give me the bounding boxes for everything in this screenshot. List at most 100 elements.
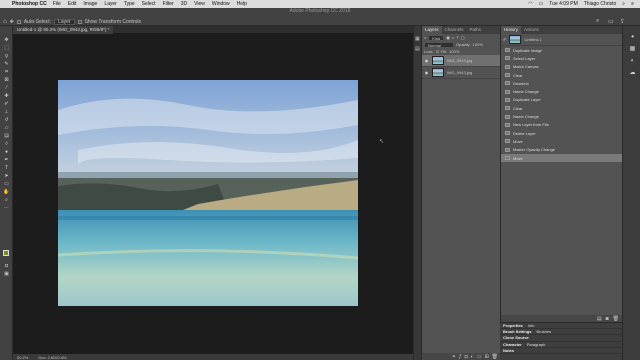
- search-icon[interactable]: ⌕: [596, 18, 599, 25]
- history-item[interactable]: Clear: [501, 104, 622, 112]
- history-item[interactable]: Duplicate Layer: [501, 96, 622, 104]
- menu-list-icon[interactable]: ≡: [631, 1, 634, 7]
- menu-help[interactable]: Help: [237, 1, 247, 7]
- tab-channels[interactable]: Channels: [442, 26, 467, 34]
- home-icon[interactable]: ⌂: [3, 19, 7, 25]
- quick-mask-icon[interactable]: ◘: [3, 264, 10, 269]
- eraser-tool-icon[interactable]: ▱: [3, 126, 10, 131]
- crop-tool-icon[interactable]: ⌗: [3, 70, 10, 75]
- screen-mode-icon[interactable]: ▣: [3, 272, 10, 277]
- collapsed-panel-notes[interactable]: Notes: [500, 348, 622, 354]
- history-item[interactable]: Name Change: [501, 87, 622, 95]
- trash-icon[interactable]: 🗑: [492, 354, 498, 360]
- menu-type[interactable]: Type: [124, 1, 135, 7]
- workspace-icon[interactable]: ▭: [608, 18, 614, 25]
- share-icon[interactable]: ⇪: [620, 18, 625, 25]
- pen-tool-icon[interactable]: ✒: [3, 158, 10, 163]
- transform-controls-checkbox[interactable]: [77, 19, 82, 24]
- menu-select[interactable]: Select: [142, 1, 156, 7]
- menu-view[interactable]: View: [194, 1, 205, 7]
- menu-filter[interactable]: Filter: [163, 1, 174, 7]
- menu-image[interactable]: Image: [83, 1, 97, 7]
- menu-edit[interactable]: Edit: [68, 1, 77, 7]
- frame-tool-icon[interactable]: ⊠: [3, 78, 10, 83]
- fx-icon[interactable]: ƒ: [459, 354, 462, 360]
- adjustments-panel-icon[interactable]: ◐: [629, 58, 636, 64]
- mask-icon[interactable]: ◘: [465, 354, 468, 360]
- auto-select-checkbox[interactable]: [16, 19, 21, 24]
- panel-title[interactable]: Notes: [503, 348, 514, 353]
- filter-type-icon[interactable]: T: [456, 35, 458, 40]
- marquee-tool-icon[interactable]: ⬚: [3, 46, 10, 51]
- tab-history[interactable]: History: [501, 26, 522, 34]
- tab-paths[interactable]: Paths: [467, 26, 485, 34]
- canvas-area[interactable]: ↖: [13, 34, 413, 354]
- menubar-clock[interactable]: Tue 4:09 PM: [549, 1, 577, 7]
- panel-subtab[interactable]: Paragraph: [527, 342, 546, 347]
- dodge-tool-icon[interactable]: ●: [3, 150, 10, 155]
- auto-select-dropdown[interactable]: Layer: [54, 18, 75, 25]
- history-brush-tool-icon[interactable]: ↺: [3, 118, 10, 123]
- layer-name[interactable]: IMG_0943.jpg: [447, 58, 472, 63]
- brush-tool-icon[interactable]: ✐: [3, 102, 10, 107]
- swatches-panel-icon[interactable]: ▦: [629, 46, 636, 52]
- libraries-panel-icon[interactable]: ☁: [629, 70, 636, 76]
- layer-name[interactable]: IMG_0943.jpg: [447, 70, 472, 75]
- history-item[interactable]: Master Opacity Change: [501, 146, 622, 154]
- document-tab[interactable]: Untitled-1 @ 50.2% (IMG_0943.jpg, RGB/8*…: [13, 26, 114, 34]
- foreground-color-swatch[interactable]: [3, 250, 9, 256]
- layer-kind-dropdown[interactable]: Kind: [428, 34, 445, 41]
- quick-select-tool-icon[interactable]: ✎: [3, 62, 10, 67]
- path-select-tool-icon[interactable]: ➤: [3, 174, 10, 179]
- panel-title[interactable]: Character: [503, 342, 522, 347]
- visibility-eye-icon[interactable]: ◉: [424, 58, 429, 63]
- panel-toggle-icon[interactable]: ▤: [415, 46, 420, 52]
- history-item[interactable]: Clear: [501, 71, 622, 79]
- wifi-icon[interactable]: ◠: [528, 1, 532, 7]
- menu-app-name[interactable]: Photoshop CC: [12, 1, 47, 7]
- history-item[interactable]: Select Layer: [501, 54, 622, 62]
- more-tools-icon[interactable]: ⋯: [3, 206, 10, 211]
- lasso-tool-icon[interactable]: ϙ: [3, 54, 10, 59]
- battery-icon[interactable]: ▭: [539, 1, 544, 7]
- history-item[interactable]: Deselect: [501, 79, 622, 87]
- menubar-user[interactable]: Thiago Christo: [584, 1, 617, 7]
- history-item[interactable]: Name Change: [501, 112, 622, 120]
- menu-window[interactable]: Window: [212, 1, 230, 7]
- eyedropper-tool-icon[interactable]: ⁄: [3, 86, 10, 91]
- zoom-tool-icon[interactable]: ⌕: [3, 198, 10, 203]
- menu-layer[interactable]: Layer: [104, 1, 117, 7]
- clone-stamp-tool-icon[interactable]: ⊥: [3, 110, 10, 115]
- fill-value[interactable]: 100%: [449, 49, 459, 54]
- panel-title[interactable]: Properties: [503, 323, 523, 328]
- healing-brush-tool-icon[interactable]: ✚: [3, 94, 10, 99]
- panel-subtab[interactable]: Brushes: [536, 329, 551, 334]
- document-info[interactable]: Doc: 2.6M/2.6M: [38, 355, 66, 360]
- history-item[interactable]: New Layer from File: [501, 121, 622, 129]
- panel-toggle-icon[interactable]: ▦: [415, 36, 420, 42]
- menu-3d[interactable]: 3D: [181, 1, 187, 7]
- filter-adjust-icon[interactable]: ◐: [452, 35, 454, 40]
- panel-title[interactable]: Clone Source: [503, 335, 529, 340]
- link-layers-icon[interactable]: ⚭: [452, 354, 456, 360]
- history-item[interactable]: Delete Layer: [501, 129, 622, 137]
- visibility-eye-icon[interactable]: ◉: [424, 70, 429, 75]
- history-item[interactable]: Move: [501, 137, 622, 145]
- new-layer-icon[interactable]: ⊞: [484, 354, 488, 360]
- menu-file[interactable]: File: [53, 1, 61, 7]
- history-item-selected[interactable]: Move: [501, 153, 622, 163]
- rectangle-tool-icon[interactable]: ▭: [3, 182, 10, 187]
- document-image[interactable]: [58, 80, 358, 306]
- opacity-value[interactable]: 100%: [473, 42, 483, 47]
- zoom-level[interactable]: 50.2%: [17, 355, 28, 360]
- layer-row[interactable]: ◉ IMG_0943.jpg: [422, 67, 500, 79]
- history-item[interactable]: Duplicate Image: [501, 46, 622, 54]
- group-icon[interactable]: ▭: [477, 354, 482, 360]
- blend-mode-dropdown[interactable]: Normal: [424, 41, 454, 48]
- lock-icon[interactable]: ⊡: [436, 49, 439, 54]
- blur-tool-icon[interactable]: ◊: [3, 142, 10, 147]
- filter-pixel-icon[interactable]: ▣: [446, 35, 450, 40]
- panel-subtab[interactable]: Info: [528, 323, 535, 328]
- layer-row[interactable]: ◉ IMG_0943.jpg: [422, 55, 500, 67]
- panel-title[interactable]: Brush Settings: [503, 329, 531, 334]
